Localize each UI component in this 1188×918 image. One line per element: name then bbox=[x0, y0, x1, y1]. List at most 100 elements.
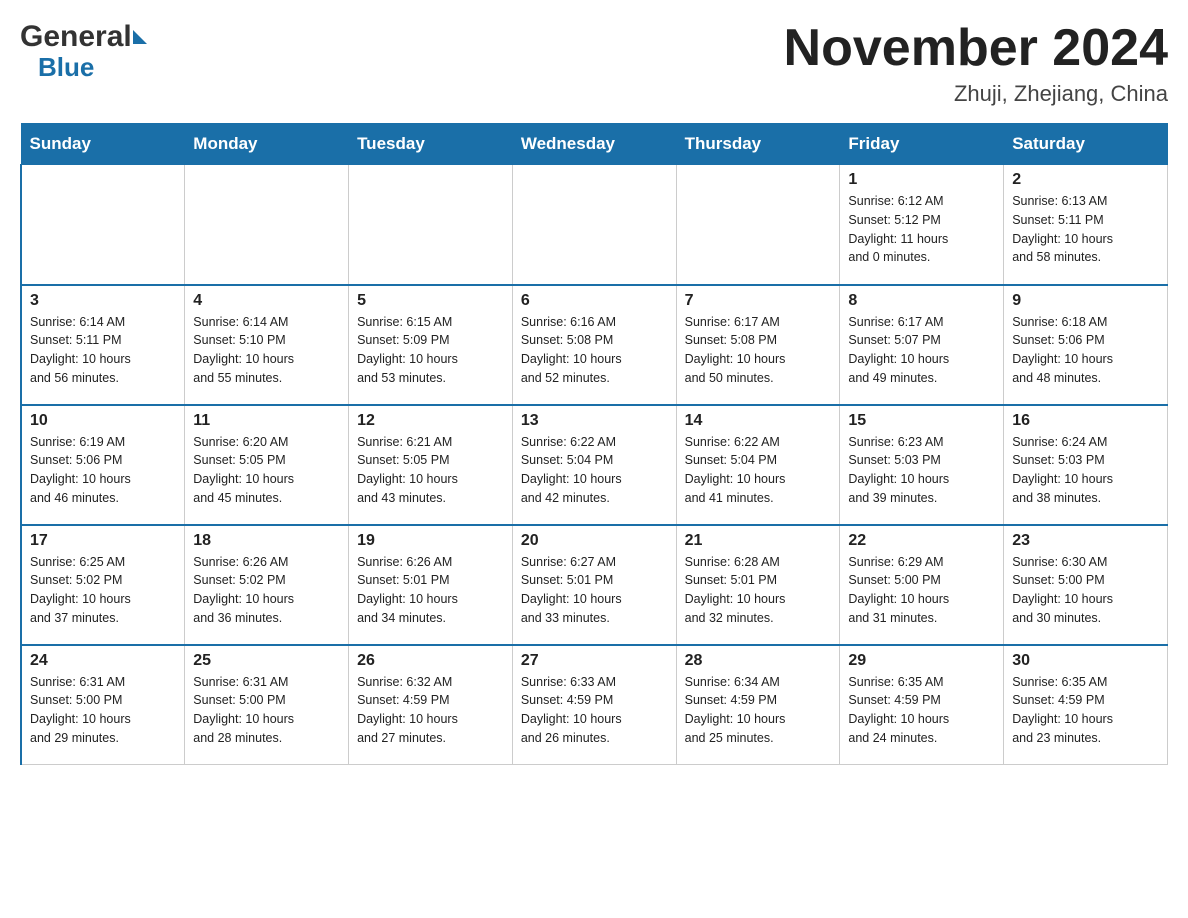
calendar-cell: 25Sunrise: 6:31 AM Sunset: 5:00 PM Dayli… bbox=[185, 645, 349, 765]
day-info: Sunrise: 6:35 AM Sunset: 4:59 PM Dayligh… bbox=[848, 673, 995, 748]
day-number: 11 bbox=[193, 412, 340, 430]
day-number: 14 bbox=[685, 412, 832, 430]
day-info: Sunrise: 6:17 AM Sunset: 5:08 PM Dayligh… bbox=[685, 313, 832, 388]
day-info: Sunrise: 6:21 AM Sunset: 5:05 PM Dayligh… bbox=[357, 433, 504, 508]
day-number: 28 bbox=[685, 652, 832, 670]
calendar-cell: 7 Sunrise: 6:17 AM Sunset: 5:08 PM Daylig… bbox=[676, 285, 840, 405]
day-info: Sunrise: 6:15 AM Sunset: 5:09 PM Dayligh… bbox=[357, 313, 504, 388]
day-number: 10 bbox=[30, 412, 176, 430]
calendar-cell: 12 Sunrise: 6:21 AM Sunset: 5:05 PM Dayli… bbox=[349, 405, 513, 525]
day-number: 21 bbox=[685, 532, 832, 550]
day-info: Sunrise: 6:27 AM Sunset: 5:01 PM Dayligh… bbox=[521, 553, 668, 628]
calendar-cell: 2 Sunrise: 6:13 AM Sunset: 5:11 PM Daylig… bbox=[1004, 165, 1168, 285]
weekday-header-tuesday: Tuesday bbox=[349, 124, 513, 165]
weekday-header-thursday: Thursday bbox=[676, 124, 840, 165]
day-number: 1 bbox=[848, 171, 995, 189]
calendar-cell: 9 Sunrise: 6:18 AM Sunset: 5:06 PM Daylig… bbox=[1004, 285, 1168, 405]
calendar-cell: 21Sunrise: 6:28 AM Sunset: 5:01 PM Dayli… bbox=[676, 525, 840, 645]
calendar-week-row: 3 Sunrise: 6:14 AM Sunset: 5:11 PM Daylig… bbox=[21, 285, 1168, 405]
day-number: 30 bbox=[1012, 652, 1159, 670]
calendar-cell: 5 Sunrise: 6:15 AM Sunset: 5:09 PM Daylig… bbox=[349, 285, 513, 405]
day-info: Sunrise: 6:22 AM Sunset: 5:04 PM Dayligh… bbox=[521, 433, 668, 508]
calendar-cell bbox=[185, 165, 349, 285]
day-number: 29 bbox=[848, 652, 995, 670]
day-info: Sunrise: 6:31 AM Sunset: 5:00 PM Dayligh… bbox=[30, 673, 176, 748]
day-number: 22 bbox=[848, 532, 995, 550]
day-number: 9 bbox=[1012, 292, 1159, 310]
calendar-cell: 1 Sunrise: 6:12 AM Sunset: 5:12 PM Daylig… bbox=[840, 165, 1004, 285]
calendar-cell bbox=[512, 165, 676, 285]
day-number: 8 bbox=[848, 292, 995, 310]
day-info: Sunrise: 6:30 AM Sunset: 5:00 PM Dayligh… bbox=[1012, 553, 1159, 628]
day-info: Sunrise: 6:12 AM Sunset: 5:12 PM Dayligh… bbox=[848, 192, 995, 267]
day-info: Sunrise: 6:20 AM Sunset: 5:05 PM Dayligh… bbox=[193, 433, 340, 508]
day-info: Sunrise: 6:14 AM Sunset: 5:10 PM Dayligh… bbox=[193, 313, 340, 388]
day-info: Sunrise: 6:32 AM Sunset: 4:59 PM Dayligh… bbox=[357, 673, 504, 748]
weekday-header-wednesday: Wednesday bbox=[512, 124, 676, 165]
day-info: Sunrise: 6:26 AM Sunset: 5:01 PM Dayligh… bbox=[357, 553, 504, 628]
calendar-week-row: 10 Sunrise: 6:19 AM Sunset: 5:06 PM Dayli… bbox=[21, 405, 1168, 525]
weekday-header-sunday: Sunday bbox=[21, 124, 185, 165]
day-info: Sunrise: 6:14 AM Sunset: 5:11 PM Dayligh… bbox=[30, 313, 176, 388]
calendar-table: SundayMondayTuesdayWednesdayThursdayFrid… bbox=[20, 123, 1168, 765]
day-number: 7 bbox=[685, 292, 832, 310]
calendar-cell: 17 Sunrise: 6:25 AM Sunset: 5:02 PM Dayli… bbox=[21, 525, 185, 645]
day-number: 23 bbox=[1012, 532, 1159, 550]
day-number: 5 bbox=[357, 292, 504, 310]
day-number: 3 bbox=[30, 292, 176, 310]
calendar-cell: 16 Sunrise: 6:24 AM Sunset: 5:03 PM Dayli… bbox=[1004, 405, 1168, 525]
day-number: 13 bbox=[521, 412, 668, 430]
day-info: Sunrise: 6:24 AM Sunset: 5:03 PM Dayligh… bbox=[1012, 433, 1159, 508]
day-number: 26 bbox=[357, 652, 504, 670]
day-info: Sunrise: 6:35 AM Sunset: 4:59 PM Dayligh… bbox=[1012, 673, 1159, 748]
day-info: Sunrise: 6:18 AM Sunset: 5:06 PM Dayligh… bbox=[1012, 313, 1159, 388]
calendar-cell: 30 Sunrise: 6:35 AM Sunset: 4:59 PM Dayli… bbox=[1004, 645, 1168, 765]
calendar-cell bbox=[676, 165, 840, 285]
day-number: 17 bbox=[30, 532, 176, 550]
day-info: Sunrise: 6:17 AM Sunset: 5:07 PM Dayligh… bbox=[848, 313, 995, 388]
weekday-header-row: SundayMondayTuesdayWednesdayThursdayFrid… bbox=[21, 124, 1168, 165]
day-info: Sunrise: 6:22 AM Sunset: 5:04 PM Dayligh… bbox=[685, 433, 832, 508]
calendar-cell: 23 Sunrise: 6:30 AM Sunset: 5:00 PM Dayli… bbox=[1004, 525, 1168, 645]
day-info: Sunrise: 6:19 AM Sunset: 5:06 PM Dayligh… bbox=[30, 433, 176, 508]
weekday-header-monday: Monday bbox=[185, 124, 349, 165]
day-info: Sunrise: 6:13 AM Sunset: 5:11 PM Dayligh… bbox=[1012, 192, 1159, 267]
calendar-cell: 14 Sunrise: 6:22 AM Sunset: 5:04 PM Dayli… bbox=[676, 405, 840, 525]
calendar-title: November 2024 bbox=[784, 20, 1168, 77]
calendar-cell: 18Sunrise: 6:26 AM Sunset: 5:02 PM Dayli… bbox=[185, 525, 349, 645]
logo-triangle-icon bbox=[133, 30, 147, 44]
calendar-cell: 19 Sunrise: 6:26 AM Sunset: 5:01 PM Dayli… bbox=[349, 525, 513, 645]
day-number: 15 bbox=[848, 412, 995, 430]
day-number: 16 bbox=[1012, 412, 1159, 430]
calendar-cell: 13 Sunrise: 6:22 AM Sunset: 5:04 PM Dayli… bbox=[512, 405, 676, 525]
day-info: Sunrise: 6:34 AM Sunset: 4:59 PM Dayligh… bbox=[685, 673, 832, 748]
calendar-week-row: 24Sunrise: 6:31 AM Sunset: 5:00 PM Dayli… bbox=[21, 645, 1168, 765]
day-number: 2 bbox=[1012, 171, 1159, 189]
day-info: Sunrise: 6:29 AM Sunset: 5:00 PM Dayligh… bbox=[848, 553, 995, 628]
calendar-subtitle: Zhuji, Zhejiang, China bbox=[784, 81, 1168, 107]
day-number: 25 bbox=[193, 652, 340, 670]
day-number: 12 bbox=[357, 412, 504, 430]
day-info: Sunrise: 6:26 AM Sunset: 5:02 PM Dayligh… bbox=[193, 553, 340, 628]
calendar-cell: 24Sunrise: 6:31 AM Sunset: 5:00 PM Dayli… bbox=[21, 645, 185, 765]
calendar-cell: 10 Sunrise: 6:19 AM Sunset: 5:06 PM Dayli… bbox=[21, 405, 185, 525]
weekday-header-saturday: Saturday bbox=[1004, 124, 1168, 165]
calendar-cell: 11 Sunrise: 6:20 AM Sunset: 5:05 PM Dayli… bbox=[185, 405, 349, 525]
day-number: 20 bbox=[521, 532, 668, 550]
calendar-title-area: November 2024 Zhuji, Zhejiang, China bbox=[784, 20, 1168, 107]
calendar-cell bbox=[21, 165, 185, 285]
calendar-cell: 20 Sunrise: 6:27 AM Sunset: 5:01 PM Dayli… bbox=[512, 525, 676, 645]
day-info: Sunrise: 6:23 AM Sunset: 5:03 PM Dayligh… bbox=[848, 433, 995, 508]
calendar-cell: 3 Sunrise: 6:14 AM Sunset: 5:11 PM Daylig… bbox=[21, 285, 185, 405]
weekday-header-friday: Friday bbox=[840, 124, 1004, 165]
calendar-cell: 26 Sunrise: 6:32 AM Sunset: 4:59 PM Dayli… bbox=[349, 645, 513, 765]
day-info: Sunrise: 6:25 AM Sunset: 5:02 PM Dayligh… bbox=[30, 553, 176, 628]
calendar-cell: 15 Sunrise: 6:23 AM Sunset: 5:03 PM Dayli… bbox=[840, 405, 1004, 525]
logo-general-text: General bbox=[20, 20, 132, 53]
calendar-cell: 8 Sunrise: 6:17 AM Sunset: 5:07 PM Daylig… bbox=[840, 285, 1004, 405]
calendar-cell: 29 Sunrise: 6:35 AM Sunset: 4:59 PM Dayli… bbox=[840, 645, 1004, 765]
logo-blue-text: Blue bbox=[38, 52, 94, 82]
calendar-cell: 22 Sunrise: 6:29 AM Sunset: 5:00 PM Dayli… bbox=[840, 525, 1004, 645]
calendar-cell: 6Sunrise: 6:16 AM Sunset: 5:08 PM Daylig… bbox=[512, 285, 676, 405]
day-number: 19 bbox=[357, 532, 504, 550]
